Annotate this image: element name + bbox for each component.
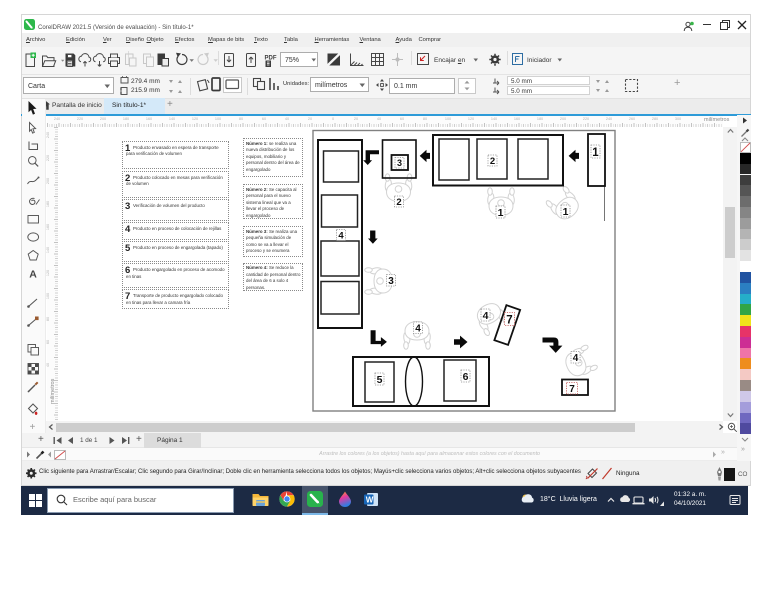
svg-text:1: 1: [563, 206, 569, 218]
svg-text:W: W: [366, 496, 374, 505]
svg-text:4: 4: [573, 353, 579, 364]
svg-text:4: 4: [415, 324, 421, 335]
svg-text:2: 2: [396, 197, 401, 208]
svg-text:6: 6: [463, 371, 469, 383]
svg-text:+: +: [30, 422, 36, 433]
svg-text:3: 3: [388, 276, 394, 287]
svg-text:1: 1: [592, 147, 599, 159]
svg-text:7: 7: [506, 315, 512, 327]
svg-text:4: 4: [338, 231, 344, 242]
svg-text:4: 4: [483, 310, 489, 322]
svg-text:7: 7: [569, 384, 575, 395]
svg-text:A: A: [29, 269, 37, 281]
svg-text:3: 3: [397, 158, 402, 168]
svg-text:1: 1: [498, 207, 504, 219]
svg-text:2: 2: [490, 156, 495, 167]
svg-text:5: 5: [377, 374, 383, 386]
